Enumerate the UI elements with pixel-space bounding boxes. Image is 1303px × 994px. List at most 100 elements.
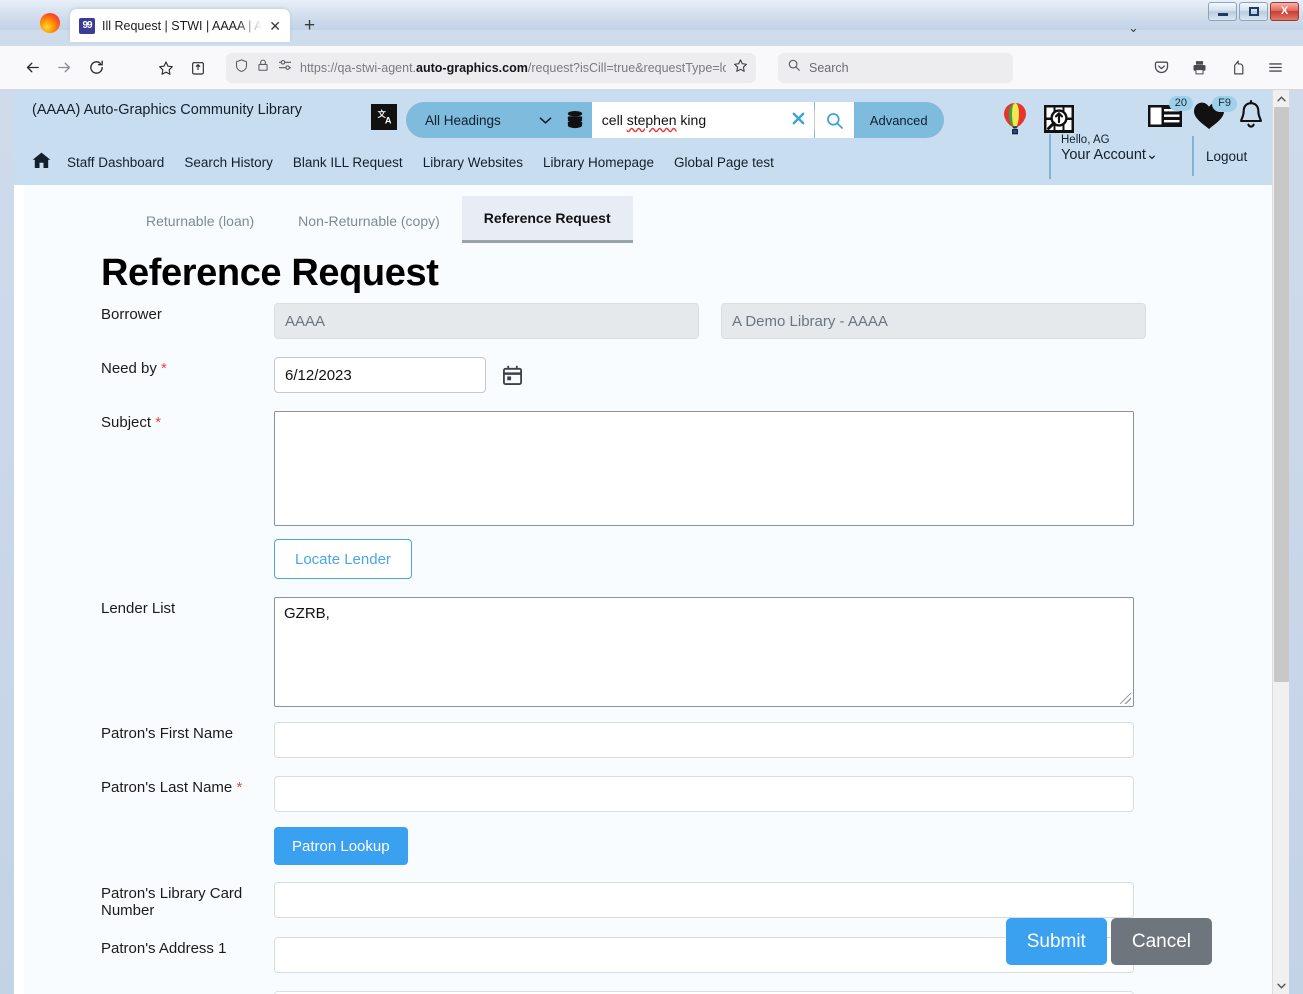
- browser-search-bar[interactable]: Search: [778, 52, 1013, 83]
- account-greeting: Hello, AG: [1061, 134, 1110, 146]
- new-tab-button[interactable]: +: [304, 16, 315, 35]
- search-scope-select[interactable]: All Headings: [406, 102, 566, 138]
- label-need-by: Need by *: [24, 357, 274, 377]
- scroll-up-arrow-icon[interactable]: [1273, 90, 1289, 107]
- search-input[interactable]: cell stephen king: [591, 102, 814, 138]
- forward-icon[interactable]: [48, 52, 80, 84]
- required-marker: *: [161, 360, 167, 377]
- nav-link-search-history[interactable]: Search History: [184, 155, 273, 170]
- form-row-need-by: Need by * 6/12/2023: [24, 357, 1272, 393]
- list-all-tabs-icon[interactable]: ⌄: [1128, 20, 1139, 36]
- search-scope-value: All Headings: [425, 112, 501, 128]
- required-marker: *: [236, 779, 243, 796]
- label-patron-address-1: Patron's Address 1: [101, 940, 227, 957]
- tab-returnable-loan[interactable]: Returnable (loan): [124, 199, 276, 243]
- url-suffix: /request?isCill=true&requestType=loa: [527, 60, 726, 75]
- label-need-by-text: Need by: [101, 360, 157, 377]
- search-submit-icon[interactable]: [814, 102, 854, 138]
- search-icon: [787, 58, 801, 77]
- notifications-bell-icon[interactable]: [1237, 99, 1265, 136]
- submit-button[interactable]: Submit: [1005, 918, 1107, 965]
- lender-list-value: GZRB,: [284, 605, 330, 622]
- nav-link-blank-ill-request[interactable]: Blank ILL Request: [293, 155, 403, 170]
- url-bookmark-star-icon[interactable]: [733, 58, 748, 78]
- form-row-locate-lender: Locate Lender: [24, 539, 1272, 579]
- account-label-text: Your Account: [1061, 147, 1146, 163]
- window-controls: X: [1208, 2, 1299, 21]
- database-icon[interactable]: [566, 102, 592, 138]
- patron-last-name-input[interactable]: [274, 776, 1134, 812]
- patron-first-name-input[interactable]: [274, 722, 1134, 758]
- url-text: https://qa-stwi-agent.auto-graphics.com/…: [300, 61, 726, 75]
- lock-icon: [256, 58, 270, 77]
- request-type-tabs: Returnable (loan) Non-Returnable (copy) …: [124, 196, 633, 243]
- home-icon[interactable]: [32, 152, 51, 174]
- bookmark-star-icon[interactable]: [150, 52, 182, 84]
- url-bar[interactable]: https://qa-stwi-agent.auto-graphics.com/…: [226, 52, 756, 83]
- label-subject-text: Subject: [101, 414, 152, 431]
- subject-textarea[interactable]: [274, 411, 1134, 526]
- logout-label: Logout: [1206, 148, 1248, 164]
- nav-link-global-page-test[interactable]: Global Page test: [674, 155, 774, 170]
- need-by-date-input[interactable]: 6/12/2023: [274, 357, 486, 393]
- lender-list-textarea[interactable]: GZRB,: [274, 597, 1134, 707]
- chevron-down-icon: [539, 113, 552, 128]
- logout-button[interactable]: Logout: [1192, 136, 1247, 176]
- shield-icon[interactable]: [234, 58, 249, 78]
- tab-non-returnable-copy[interactable]: Non-Returnable (copy): [276, 199, 462, 243]
- patron-card-number-input[interactable]: [274, 882, 1134, 918]
- nav-link-library-homepage[interactable]: Library Homepage: [543, 155, 654, 170]
- account-chevron-down-icon: ⌄: [1145, 147, 1159, 163]
- search-query-text: cell stephen king: [601, 112, 707, 128]
- scrollbar-thumb[interactable]: [1274, 107, 1289, 682]
- browser-search-placeholder: Search: [809, 60, 849, 75]
- back-icon[interactable]: [16, 52, 48, 84]
- cancel-button[interactable]: Cancel: [1110, 918, 1212, 965]
- firefox-logo-icon: [40, 13, 60, 33]
- balloon-icon[interactable]: [1002, 102, 1028, 141]
- form-row-lender-list: Lender List GZRB,: [24, 597, 1272, 707]
- reference-request-form: Borrower AAAA A Demo Library - AAAA Need…: [24, 303, 1272, 994]
- borrower-name-field: A Demo Library - AAAA: [721, 303, 1146, 339]
- window-maximize-button[interactable]: [1239, 2, 1268, 21]
- menu-icon[interactable]: [1259, 52, 1291, 84]
- tab-favicon-icon: 99: [79, 17, 95, 34]
- account-label: Your Account⌄: [1061, 147, 1158, 163]
- browser-toolbar: https://qa-stwi-agent.auto-graphics.com/…: [0, 46, 1303, 90]
- label-lender-list: Lender List: [101, 600, 176, 617]
- browser-tab[interactable]: 99 Ill Request | STWI | AAAA | Auto ✕: [70, 9, 290, 42]
- page-viewport: (AAAA) Auto-Graphics Community Library 文…: [14, 90, 1272, 994]
- form-row-patron-first-name: Patron's First Name: [24, 722, 1272, 758]
- print-icon[interactable]: [1183, 52, 1215, 84]
- tab-close-icon[interactable]: ✕: [269, 19, 281, 33]
- library-name: (AAAA) Auto-Graphics Community Library: [32, 102, 302, 118]
- svg-text:A: A: [385, 115, 392, 125]
- save-to-pocket-icon[interactable]: [182, 52, 214, 84]
- requests-list-icon[interactable]: 20: [1147, 95, 1193, 136]
- locate-lender-button[interactable]: Locate Lender: [274, 539, 412, 579]
- scroll-down-arrow-icon[interactable]: [1273, 977, 1289, 994]
- url-host: auto-graphics.com: [416, 60, 528, 75]
- translate-icon[interactable]: 文A: [371, 104, 397, 130]
- clear-search-icon[interactable]: [791, 111, 806, 130]
- page-scrollbar[interactable]: [1272, 90, 1289, 994]
- reload-icon[interactable]: [80, 52, 112, 84]
- account-menu[interactable]: Hello, AG Your Account⌄: [1049, 134, 1158, 179]
- label-spacer: [24, 539, 274, 542]
- advanced-search-button[interactable]: Advanced: [854, 102, 944, 138]
- form-row-borrower: Borrower AAAA A Demo Library - AAAA: [24, 303, 1272, 339]
- label-subject: Subject *: [24, 411, 274, 431]
- share-icon[interactable]: [1221, 52, 1253, 84]
- window-close-button[interactable]: X: [1270, 2, 1299, 21]
- pocket-icon[interactable]: [1145, 52, 1177, 84]
- window-minimize-button[interactable]: [1208, 2, 1237, 21]
- catalog-search-group: All Headings cell stephen king Advanced: [406, 102, 944, 138]
- favorites-heart-icon[interactable]: F9: [1193, 96, 1237, 135]
- calendar-icon[interactable]: [502, 357, 523, 393]
- os-window: X 99 Ill Request | STWI | AAAA | Auto ✕ …: [0, 0, 1303, 994]
- patron-lookup-button[interactable]: Patron Lookup: [274, 827, 408, 865]
- nav-link-staff-dashboard[interactable]: Staff Dashboard: [67, 155, 164, 170]
- nav-link-library-websites[interactable]: Library Websites: [423, 155, 523, 170]
- tab-reference-request[interactable]: Reference Request: [461, 196, 633, 243]
- permissions-icon[interactable]: [277, 58, 293, 77]
